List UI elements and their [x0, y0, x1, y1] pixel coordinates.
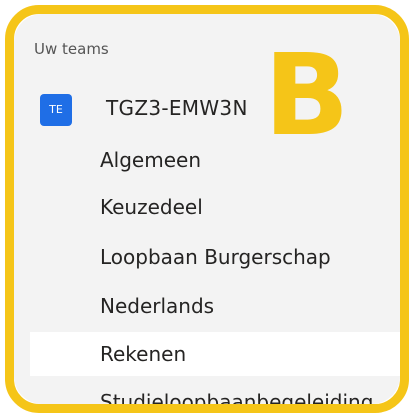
channel-item-loopbaan-burgerschap[interactable]: Loopbaan Burgerschap [30, 235, 400, 279]
team-name: TGZ3-EMW3N [106, 96, 248, 120]
annotation-marker-letter: B [264, 31, 350, 161]
team-avatar: TE [40, 94, 72, 126]
channel-item-keuzedeel[interactable]: Keuzedeel [30, 185, 400, 229]
channel-item-nederlands[interactable]: Nederlands [30, 284, 400, 328]
section-title: Uw teams [34, 40, 109, 58]
channel-item-studieloopbaanbegeleiding[interactable]: Studieloopbaanbegeleiding [30, 380, 400, 404]
screenshot-frame: Uw teams TE TGZ3-EMW3N Algemeen Keuzedee… [0, 0, 414, 418]
channel-item-rekenen[interactable]: Rekenen [30, 332, 400, 376]
